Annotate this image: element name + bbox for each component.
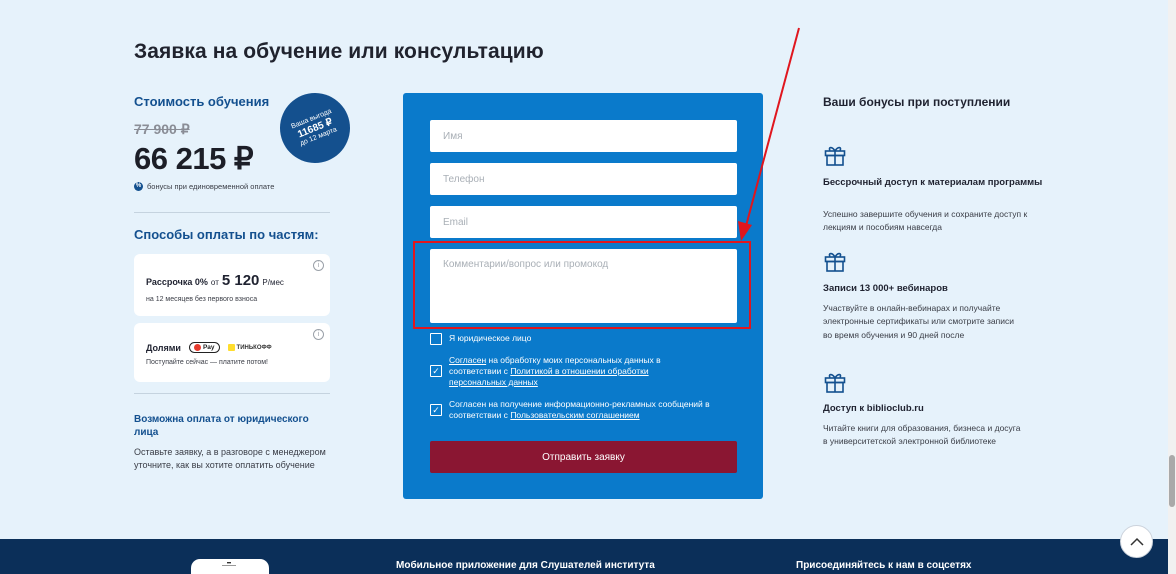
app-promo-text: Мобильное приложение для Слушателей инст… [396, 560, 655, 571]
bonus-item-text: Успешно завершите обучения и сохраните д… [823, 209, 1028, 233]
legal-heading: Возможна оплата от юридического лица [134, 414, 309, 438]
highlight-frame [413, 241, 751, 329]
scroll-top-button[interactable] [1120, 525, 1153, 558]
installments-heading: Способы оплаты по частям: [134, 227, 319, 242]
name-input[interactable] [430, 120, 737, 152]
bonus-item-title: Доступ к biblioclub.ru [823, 403, 924, 414]
installment-line: Рассрочка 0% от 5 120 Р/мес [146, 272, 284, 289]
consent-marketing-checkbox[interactable]: ✓ [430, 404, 442, 416]
divider [134, 393, 330, 394]
consent-personal-data-checkbox[interactable]: ✓ [430, 365, 442, 377]
legal-entity-row: Я юридическое лицо [430, 333, 531, 345]
tinkoff-logo: ТИНЬКОФФ [227, 344, 272, 351]
user-agreement-link[interactable]: Пользовательским соглашением [510, 410, 639, 420]
gift-icon [824, 146, 846, 166]
dolyami-label: Долями [146, 342, 181, 353]
new-price: 66 215 ₽ [134, 141, 254, 176]
footer: Мобильное приложение для Слушателей инст… [0, 539, 1168, 574]
pay-logo-dot-icon [193, 344, 201, 351]
scrollbar[interactable] [1168, 0, 1176, 574]
email-input[interactable] [430, 206, 737, 238]
installment-card[interactable]: i Рассрочка 0% от 5 120 Р/мес на 12 меся… [134, 254, 330, 316]
installment-from: от [210, 278, 219, 287]
consent-marketing-text: Согласен на получение информационно-рекл… [449, 399, 740, 421]
divider [134, 212, 330, 213]
legal-text: Оставьте заявку, а в разговоре с менедже… [134, 447, 326, 470]
info-icon[interactable]: i [313, 260, 324, 271]
dolyami-line: Долями Pay ТИНЬКОФФ [146, 342, 272, 353]
installment-per-month: Р/мес [262, 278, 284, 287]
installment-amount: 5 120 [221, 272, 260, 289]
tinkoff-shield-icon [227, 344, 235, 351]
discount-note-text: бонусы при единовременной оплате [147, 182, 275, 191]
pay-logo: Pay [188, 342, 220, 353]
gift-icon [824, 373, 846, 393]
consent-marketing-row: ✓ Согласен на получение информационно-ре… [430, 399, 740, 421]
tinkoff-logo-text: ТИНЬКОФФ [236, 344, 272, 351]
info-icon[interactable]: i [313, 329, 324, 340]
installment-sub: на 12 месяцев без первого взноса [146, 296, 258, 303]
consent-link[interactable]: Согласен [449, 355, 486, 365]
consent-personal-data-text: Согласен на обработку моих персональных … [449, 355, 700, 388]
bonus-item-title: Записи 13 000+ вебинаров [823, 283, 948, 294]
submit-button[interactable]: Отправить заявку [430, 441, 737, 473]
savings-badge: Ваша выгода 11685 ₽ до 12 марта [269, 82, 361, 174]
bonus-item-text: Участвуйте в онлайн-вебинарах и получайт… [823, 303, 1014, 340]
dolyami-card[interactable]: i Долями Pay ТИНЬКОФФ Поступайте сейчас … [134, 323, 330, 382]
discount-note: % бонусы при единовременной оплате [134, 182, 274, 191]
chevron-up-icon [1129, 537, 1144, 546]
dolyami-sub: Поступайте сейчас — платите потом! [146, 359, 269, 366]
bonus-item-title: Бессрочный доступ к материалам программы [823, 177, 1043, 188]
installment-label: Рассрочка 0% [146, 277, 208, 287]
phone-input[interactable] [430, 163, 737, 195]
social-heading: Присоединяйтесь к нам в соцсетях [796, 560, 972, 571]
phone-speaker-icon [222, 562, 236, 566]
bonus-item-text: Читайте книги для образования, бизнеса и… [823, 423, 1021, 447]
pay-logo-text: Pay [202, 344, 215, 351]
scrollbar-thumb[interactable] [1169, 455, 1175, 507]
legal-entity-label: Я юридическое лицо [449, 333, 532, 343]
bonus-heading: Ваши бонусы при поступлении [823, 95, 1011, 109]
legal-entity-checkbox[interactable] [430, 333, 442, 345]
old-price: 77 900 ₽ [134, 121, 190, 137]
price-heading: Стоимость обучения [134, 94, 270, 109]
page-title: Заявка на обучение или консультацию [134, 40, 544, 63]
percent-icon: % [134, 182, 143, 191]
consent-personal-data-row: ✓ Согласен на обработку моих персональны… [430, 355, 700, 388]
gift-icon [824, 252, 846, 272]
